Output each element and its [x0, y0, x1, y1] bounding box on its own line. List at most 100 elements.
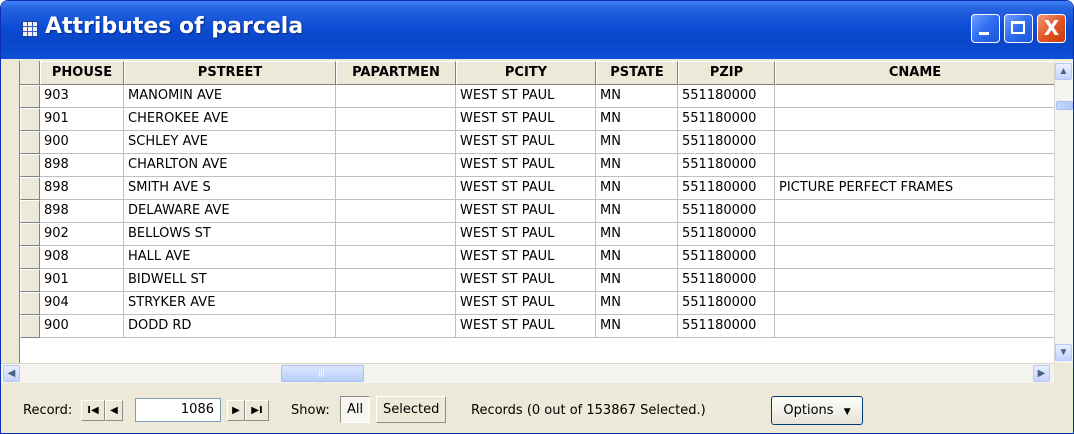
- table-cell-cname[interactable]: [775, 269, 1055, 292]
- table-cell-pcity[interactable]: WEST ST PAUL: [456, 223, 596, 246]
- horizontal-scrollbar[interactable]: ◀ ▶: [1, 363, 1054, 383]
- column-header-papartmen[interactable]: PAPARTMEN: [336, 61, 456, 85]
- table-cell-papartmen[interactable]: [336, 108, 456, 131]
- table-cell-cname[interactable]: [775, 108, 1055, 131]
- table-cell-cname[interactable]: [775, 292, 1055, 315]
- table-cell-pcity[interactable]: WEST ST PAUL: [456, 200, 596, 223]
- column-header-pstate[interactable]: PSTATE: [596, 61, 678, 85]
- table-cell-pstate[interactable]: MN: [596, 292, 678, 315]
- table-cell-pzip[interactable]: 551180000: [678, 108, 775, 131]
- table-cell-papartmen[interactable]: [336, 154, 456, 177]
- table-cell-pstreet[interactable]: DELAWARE AVE: [124, 200, 336, 223]
- table-corner[interactable]: [20, 61, 40, 85]
- table-cell-cname[interactable]: [775, 315, 1055, 338]
- show-selected-button[interactable]: Selected: [376, 396, 447, 423]
- scroll-right-button[interactable]: ▶: [1033, 365, 1050, 382]
- table-cell-cname[interactable]: [775, 200, 1055, 223]
- scroll-down-button[interactable]: ▼: [1055, 344, 1072, 361]
- table-cell-pstate[interactable]: MN: [596, 85, 678, 108]
- table-cell-phouse[interactable]: 901: [40, 108, 124, 131]
- table-cell-pzip[interactable]: 551180000: [678, 85, 775, 108]
- table-cell-pcity[interactable]: WEST ST PAUL: [456, 246, 596, 269]
- table-cell-papartmen[interactable]: [336, 269, 456, 292]
- vertical-scroll-thumb[interactable]: [1056, 101, 1073, 110]
- table-cell-phouse[interactable]: 898: [40, 154, 124, 177]
- title-bar[interactable]: Attributes of parcela X: [1, 1, 1073, 59]
- table-cell-phouse[interactable]: 900: [40, 315, 124, 338]
- maximize-button[interactable]: [1004, 14, 1033, 43]
- table-cell-pstate[interactable]: MN: [596, 200, 678, 223]
- table-cell-pstreet[interactable]: DODD RD: [124, 315, 336, 338]
- first-record-button[interactable]: I◀: [81, 400, 105, 421]
- table-cell-cname[interactable]: [775, 223, 1055, 246]
- table-cell-papartmen[interactable]: [336, 223, 456, 246]
- table-cell-phouse[interactable]: 900: [40, 131, 124, 154]
- table-cell-pstate[interactable]: MN: [596, 269, 678, 292]
- column-header-pzip[interactable]: PZIP: [678, 61, 775, 85]
- last-record-button[interactable]: ▶I: [245, 400, 269, 421]
- table-cell-pcity[interactable]: WEST ST PAUL: [456, 108, 596, 131]
- table-cell-phouse[interactable]: 903: [40, 85, 124, 108]
- next-record-button[interactable]: ▶: [227, 400, 245, 421]
- table-cell-pstate[interactable]: MN: [596, 108, 678, 131]
- table-cell-pzip[interactable]: 551180000: [678, 131, 775, 154]
- table-cell-pcity[interactable]: WEST ST PAUL: [456, 131, 596, 154]
- table-cell-cname[interactable]: [775, 246, 1055, 269]
- table-cell-pstate[interactable]: MN: [596, 223, 678, 246]
- table-cell-pzip[interactable]: 551180000: [678, 315, 775, 338]
- column-header-pcity[interactable]: PCITY: [456, 61, 596, 85]
- options-button[interactable]: Options ▼: [771, 396, 863, 425]
- close-button[interactable]: X: [1037, 14, 1066, 43]
- table-cell-pzip[interactable]: 551180000: [678, 200, 775, 223]
- table-cell-pcity[interactable]: WEST ST PAUL: [456, 154, 596, 177]
- column-header-pstreet[interactable]: PSTREET: [124, 61, 336, 85]
- table-cell-pcity[interactable]: WEST ST PAUL: [456, 269, 596, 292]
- row-selector[interactable]: [20, 246, 40, 269]
- table-cell-phouse[interactable]: 908: [40, 246, 124, 269]
- table-cell-pstate[interactable]: MN: [596, 154, 678, 177]
- table-cell-pstreet[interactable]: BELLOWS ST: [124, 223, 336, 246]
- row-selector[interactable]: [20, 223, 40, 246]
- vertical-scrollbar[interactable]: ▲ ▼: [1054, 61, 1073, 363]
- table-cell-pstreet[interactable]: STRYKER AVE: [124, 292, 336, 315]
- table-cell-pstreet[interactable]: SMITH AVE S: [124, 177, 336, 200]
- table-cell-papartmen[interactable]: [336, 85, 456, 108]
- table-cell-pstreet[interactable]: MANOMIN AVE: [124, 85, 336, 108]
- table-cell-phouse[interactable]: 898: [40, 177, 124, 200]
- row-selector[interactable]: [20, 131, 40, 154]
- record-number-input[interactable]: 1086: [135, 398, 221, 422]
- table-cell-pzip[interactable]: 551180000: [678, 269, 775, 292]
- table-cell-pcity[interactable]: WEST ST PAUL: [456, 85, 596, 108]
- table-cell-pstate[interactable]: MN: [596, 246, 678, 269]
- table-cell-phouse[interactable]: 902: [40, 223, 124, 246]
- table-cell-papartmen[interactable]: [336, 292, 456, 315]
- previous-record-button[interactable]: ◀: [105, 400, 123, 421]
- table-cell-cname[interactable]: [775, 85, 1055, 108]
- table-cell-cname[interactable]: [775, 154, 1055, 177]
- table-cell-pcity[interactable]: WEST ST PAUL: [456, 315, 596, 338]
- table-cell-pstreet[interactable]: CHEROKEE AVE: [124, 108, 336, 131]
- show-all-button[interactable]: All: [340, 396, 371, 423]
- table-cell-papartmen[interactable]: [336, 246, 456, 269]
- table-cell-pstate[interactable]: MN: [596, 131, 678, 154]
- table-cell-pzip[interactable]: 551180000: [678, 154, 775, 177]
- table-cell-pcity[interactable]: WEST ST PAUL: [456, 292, 596, 315]
- table-cell-pzip[interactable]: 551180000: [678, 223, 775, 246]
- table-cell-pstreet[interactable]: SCHLEY AVE: [124, 131, 336, 154]
- table-cell-pcity[interactable]: WEST ST PAUL: [456, 177, 596, 200]
- table-cell-pzip[interactable]: 551180000: [678, 177, 775, 200]
- row-selector[interactable]: [20, 85, 40, 108]
- minimize-button[interactable]: [971, 14, 1000, 43]
- row-selector[interactable]: [20, 154, 40, 177]
- table-cell-papartmen[interactable]: [336, 200, 456, 223]
- scroll-left-button[interactable]: ◀: [3, 365, 20, 382]
- column-header-cname[interactable]: CNAME: [775, 61, 1055, 85]
- table-cell-cname[interactable]: [775, 131, 1055, 154]
- scroll-up-button[interactable]: ▲: [1055, 63, 1072, 80]
- table-cell-phouse[interactable]: 901: [40, 269, 124, 292]
- row-selector[interactable]: [20, 108, 40, 131]
- table-cell-cname[interactable]: PICTURE PERFECT FRAMES: [775, 177, 1055, 200]
- table-cell-papartmen[interactable]: [336, 177, 456, 200]
- table-cell-pstreet[interactable]: CHARLTON AVE: [124, 154, 336, 177]
- table-cell-papartmen[interactable]: [336, 131, 456, 154]
